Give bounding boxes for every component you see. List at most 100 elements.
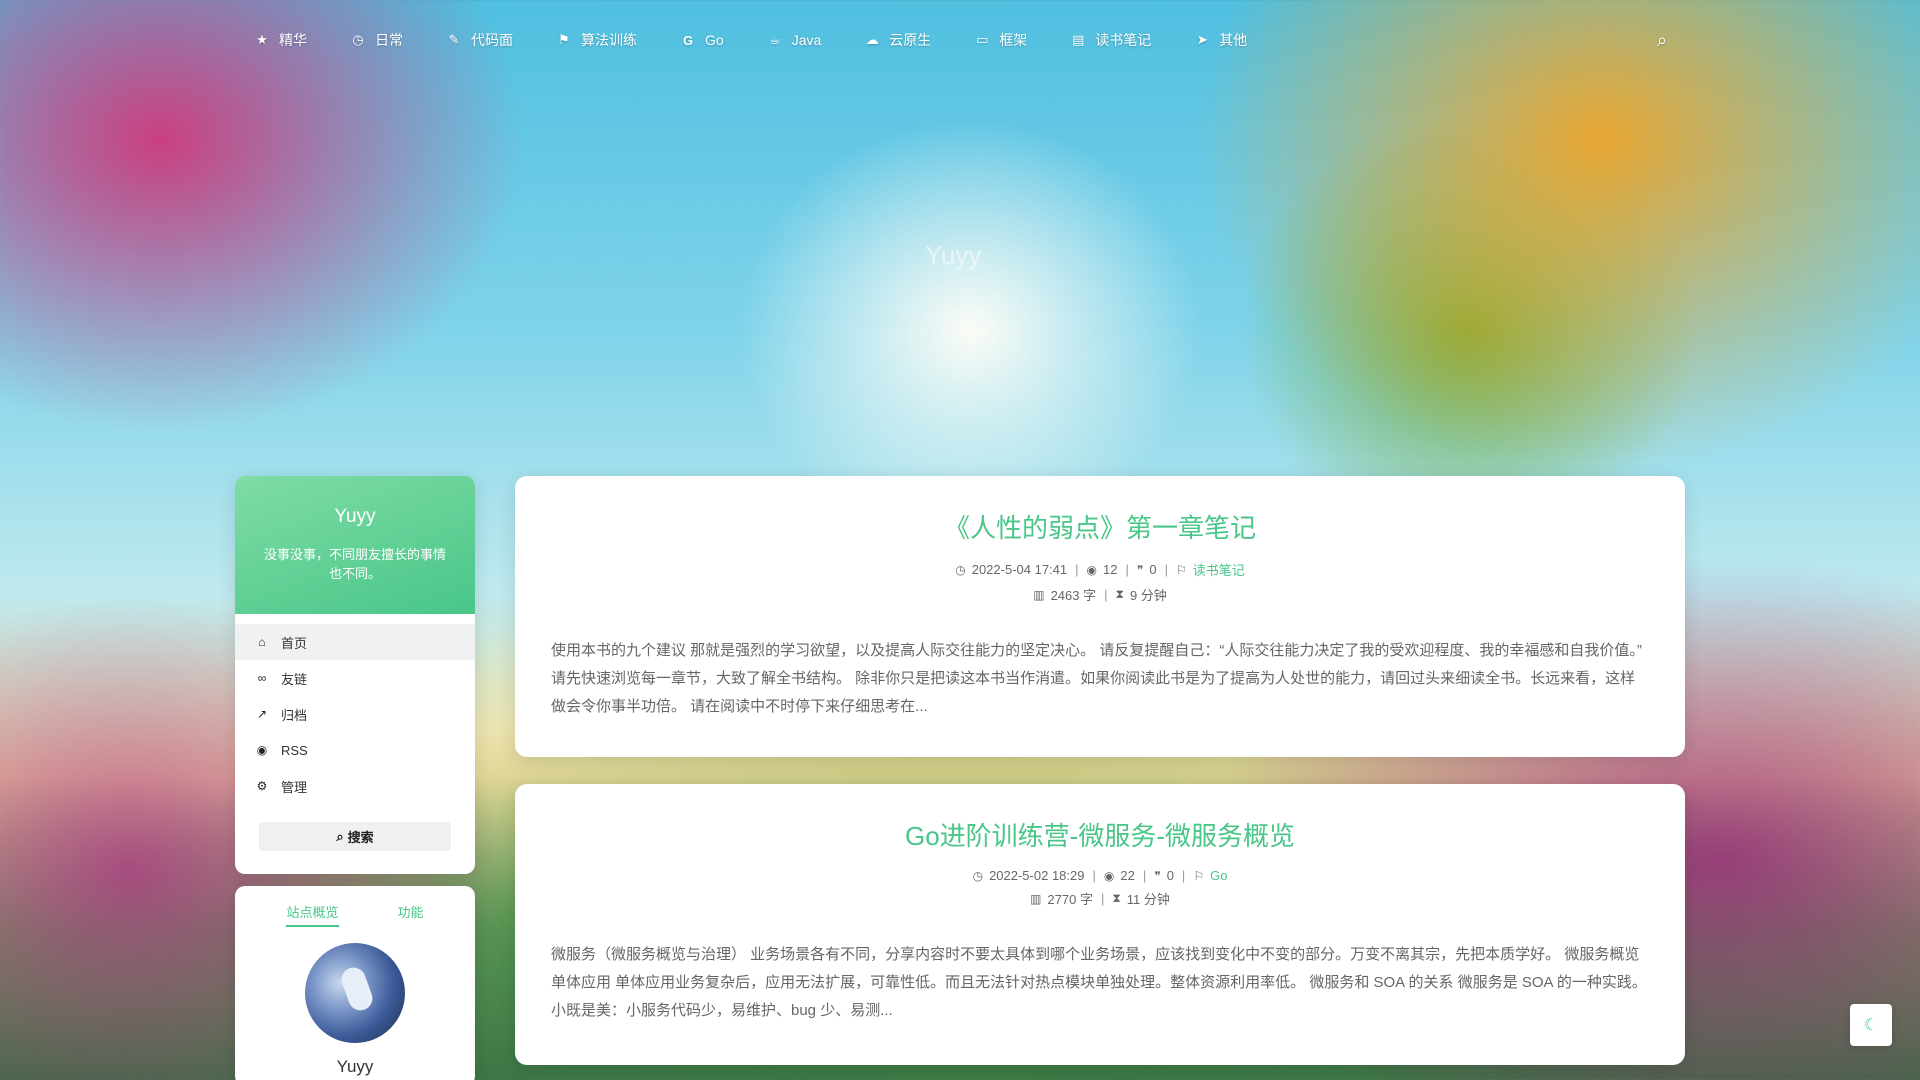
gear-icon: ⚙ xyxy=(256,779,268,793)
coffee-icon: ☕ xyxy=(768,32,781,47)
comments-icon: ❞ xyxy=(1154,868,1161,883)
clock-icon: ◷ xyxy=(955,562,966,577)
meta-divider: | xyxy=(1164,562,1168,577)
sidebar-item-label: 首页 xyxy=(281,635,308,651)
hourglass-icon: ⧗ xyxy=(1115,587,1124,601)
sidebar-search-label: 搜索 xyxy=(347,830,374,845)
nav-item-cloud-native[interactable]: ☁ 云原生 xyxy=(865,30,932,50)
window-icon: ▭ xyxy=(976,32,989,47)
sidebar-item-label: 友链 xyxy=(281,671,308,687)
nav-item-algorithm[interactable]: ⚑ 算法训练 xyxy=(557,30,637,50)
post-category[interactable]: 读书笔记 xyxy=(1193,560,1245,579)
eye-icon: ◉ xyxy=(1086,562,1098,577)
cloud-icon: ☁ xyxy=(865,32,879,47)
profile-name: Yuyy xyxy=(334,506,376,527)
post-read-time: 9 分钟 xyxy=(1129,588,1167,603)
overview-tabs: 站点概览 功能 xyxy=(235,886,475,927)
nav-item-label: 其他 xyxy=(1219,32,1248,48)
rss-icon: ◉ xyxy=(256,743,268,757)
post-card: Go进阶训练营-微服务-微服务概览 ◷ 2022-5-02 18:29 | ◉ … xyxy=(515,784,1685,1065)
meta-divider: | xyxy=(1075,562,1079,577)
profile-header: Yuyy 没事没事，不同朋友擅长的事情也不同。 xyxy=(235,476,475,614)
home-icon: ⌂ xyxy=(258,635,266,649)
nav-item-daily[interactable]: ◷ 日常 xyxy=(351,30,403,50)
nav-item-featured[interactable]: ★ 精华 xyxy=(255,30,307,50)
avatar xyxy=(305,943,405,1043)
post-excerpt: 微服务（微服务概览与治理） 业务场景各有不同，分享内容时不要太具体到哪个业务场景… xyxy=(551,946,1647,1019)
author-name: Yuyy xyxy=(336,1057,374,1076)
nav-item-label: 算法训练 xyxy=(581,32,637,48)
nav-item-code[interactable]: ✎ 代码面 xyxy=(447,30,513,50)
post-views: 22 xyxy=(1120,868,1135,883)
search-icon: ⌕ xyxy=(336,828,344,844)
post-title[interactable]: 《人性的弱点》第一章笔记 xyxy=(551,508,1649,545)
send-icon: ➤ xyxy=(1196,32,1208,47)
post-date: 2022-5-04 17:41 xyxy=(971,562,1068,577)
post-word-count: 2463 字 xyxy=(1050,588,1097,603)
nav-item-framework[interactable]: ▭ 框架 xyxy=(975,30,1027,50)
top-nav: ★ 精华 ◷ 日常 ✎ 代码面 ⚑ 算法训练 G Go ☕ Java ☁ 云原生… xyxy=(0,0,1920,84)
post-views: 12 xyxy=(1103,562,1118,577)
sidebar-item-rss[interactable]: ◉ RSS xyxy=(235,732,475,768)
eye-icon: ◉ xyxy=(1103,868,1115,883)
clock-icon: ◷ xyxy=(972,868,984,883)
sidebar-item-links[interactable]: ∞ 友链 xyxy=(235,660,475,696)
google-icon: G xyxy=(682,32,694,48)
nav-item-label: Java xyxy=(791,32,822,48)
post-word-count: 2770 字 xyxy=(1047,892,1093,907)
post-card: 《人性的弱点》第一章笔记 ◷ 2022-5-04 17:41 | ◉ 12 | … xyxy=(515,476,1685,757)
sidebar-item-home[interactable]: ⌂ 首页 xyxy=(235,624,475,660)
post-comments: 0 xyxy=(1149,562,1157,577)
nav-item-label: 读书笔记 xyxy=(1095,32,1152,48)
nav-item-java[interactable]: ☕ Java xyxy=(768,30,822,50)
sidebar-item-admin[interactable]: ⚙ 管理 xyxy=(235,768,475,804)
sidebar-search-button[interactable]: ⌕ 搜索 xyxy=(259,822,451,851)
post-category[interactable]: Go xyxy=(1210,868,1227,883)
sidebar-menu: ⌂ 首页 ∞ 友链 ↗ 归档 ◉ RSS ⚙ 管理 xyxy=(235,624,475,804)
post-comments: 0 xyxy=(1166,868,1174,883)
nav-item-reading-notes[interactable]: ▤ 读书笔记 xyxy=(1071,30,1151,50)
edit-icon: ✎ xyxy=(448,32,460,47)
tab-site-overview[interactable]: 站点概览 xyxy=(286,902,339,927)
meta-divider: | xyxy=(1104,587,1108,602)
book-icon: ▤ xyxy=(1072,32,1085,47)
nav-menu: ★ 精华 ◷ 日常 ✎ 代码面 ⚑ 算法训练 G Go ☕ Java ☁ 云原生… xyxy=(255,30,1291,50)
post-meta-stats: ▥ 2463 字 | ⧗ 9 分钟 xyxy=(551,585,1649,604)
star-icon: ★ xyxy=(256,32,268,47)
nav-item-label: 日常 xyxy=(375,32,403,48)
post-meta: ◷ 2022-5-02 18:29 | ◉ 22 | ❞ 0 | ⚐ Go xyxy=(551,868,1649,883)
bookmark-icon: ⚐ xyxy=(1175,562,1187,577)
nav-item-go[interactable]: G Go xyxy=(681,30,724,50)
word-file-icon: ▥ xyxy=(1033,587,1045,602)
sidebar-item-label: 管理 xyxy=(281,779,308,795)
meta-divider: | xyxy=(1100,891,1105,906)
meta-divider: | xyxy=(1181,868,1186,883)
chart-line-icon: ↗ xyxy=(256,707,268,721)
sidebar-item-archive[interactable]: ↗ 归档 xyxy=(235,696,475,732)
word-file-icon: ▥ xyxy=(1030,891,1042,906)
search-icon[interactable]: ⌕ xyxy=(1657,30,1667,51)
clock-icon: ◷ xyxy=(352,32,364,47)
comments-icon: ❞ xyxy=(1136,562,1144,577)
site-title: Yuyy xyxy=(925,240,982,270)
meta-divider: | xyxy=(1125,562,1129,577)
profile-description: 没事没事，不同朋友擅长的事情也不同。 xyxy=(263,547,446,581)
post-title[interactable]: Go进阶训练营-微服务-微服务概览 xyxy=(551,816,1649,853)
meta-divider: | xyxy=(1092,868,1096,883)
nav-item-label: 云原生 xyxy=(889,32,932,48)
meta-divider: | xyxy=(1142,868,1147,883)
bookmark-icon: ⚐ xyxy=(1193,868,1205,883)
tab-functions[interactable]: 功能 xyxy=(397,902,423,927)
post-meta: ◷ 2022-5-04 17:41 | ◉ 12 | ❞ 0 | ⚐ 读书笔记 xyxy=(551,560,1649,579)
post-meta-stats: ▥ 2770 字 | ⧗ 11 分钟 xyxy=(551,889,1649,908)
nav-item-other[interactable]: ➤ 其他 xyxy=(1195,30,1247,50)
flag-icon: ⚑ xyxy=(558,32,570,47)
moon-icon: ☾ xyxy=(1863,1017,1879,1034)
hourglass-icon: ⧗ xyxy=(1112,891,1121,905)
nav-item-label: Go xyxy=(705,32,724,48)
post-date: 2022-5-02 18:29 xyxy=(989,868,1085,883)
sidebar-item-label: 归档 xyxy=(281,707,308,723)
profile-card: Yuyy 没事没事，不同朋友擅长的事情也不同。 ⌂ 首页 ∞ 友链 ↗ 归档 ◉… xyxy=(235,476,475,874)
post-excerpt: 使用本书的九个建议 那就是强烈的学习欲望，以及提高人际交往能力的坚定决心。 请反… xyxy=(551,642,1642,715)
dark-mode-toggle[interactable]: ☾ xyxy=(1850,1004,1892,1046)
